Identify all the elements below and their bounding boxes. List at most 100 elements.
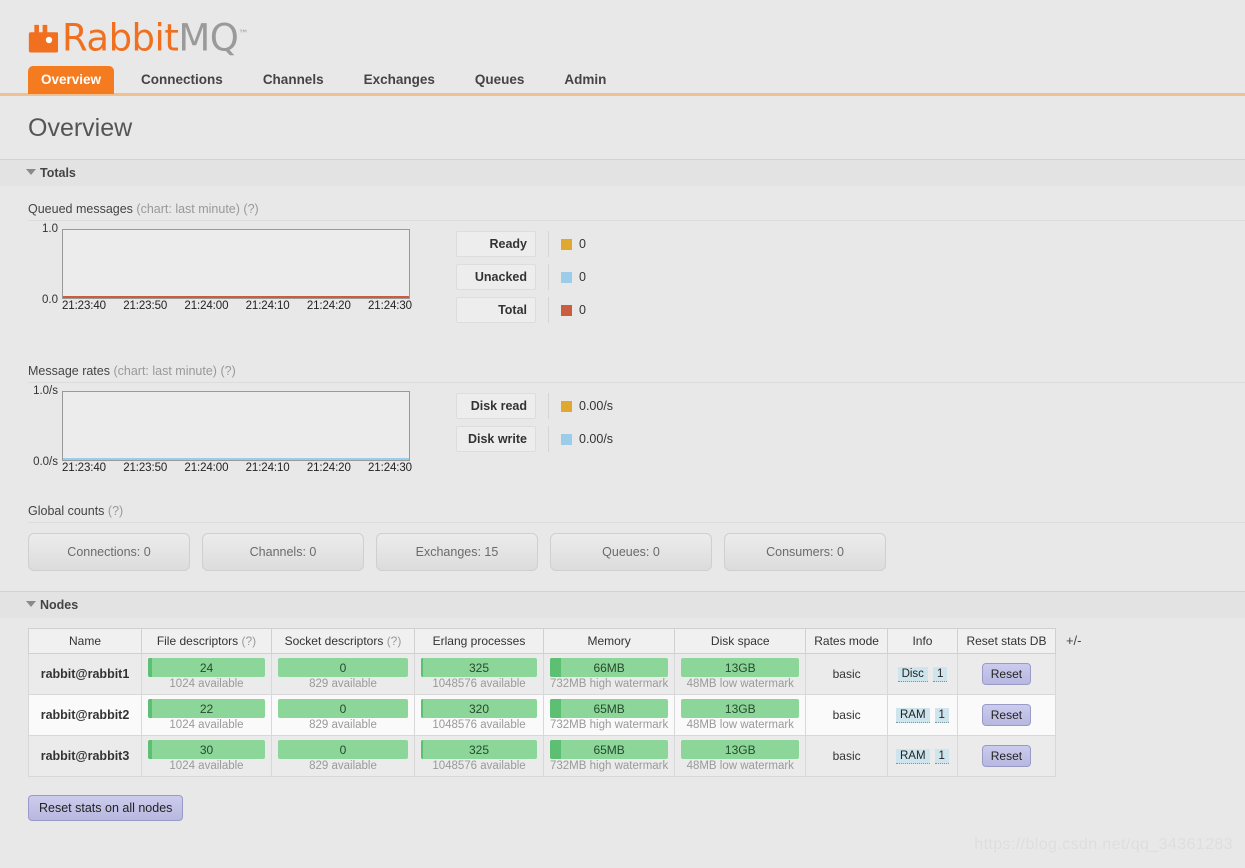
- toggle-columns-link[interactable]: +/-: [1066, 633, 1082, 648]
- legend-divider: [548, 231, 549, 257]
- x-tick-4: 21:24:20: [306, 300, 351, 312]
- section-header-totals[interactable]: Totals: [0, 159, 1245, 186]
- bar-value: 325: [468, 742, 490, 757]
- legend-key-total[interactable]: Total: [456, 297, 536, 323]
- count-consumers[interactable]: Consumers: 0: [724, 533, 886, 571]
- col-memory[interactable]: Memory: [542, 628, 676, 654]
- watermark: https://blog.csdn.net/qq_34361283: [974, 836, 1233, 853]
- bar-socket-descriptors: 0: [278, 658, 408, 677]
- legend-row-total: Total 0: [456, 297, 586, 323]
- badge-node-count[interactable]: 1: [934, 707, 949, 723]
- legend-key-ready[interactable]: Ready: [456, 231, 536, 257]
- bar-value: 30: [199, 742, 214, 757]
- col-rates-mode[interactable]: Rates mode: [805, 628, 888, 654]
- message-rates-help-icon[interactable]: (?): [220, 364, 235, 378]
- badge-node-type[interactable]: RAM: [895, 748, 930, 764]
- bar-file-descriptors: 22: [148, 699, 265, 718]
- tab-admin-label: Admin: [564, 72, 607, 87]
- reset-stats-button[interactable]: Reset: [981, 663, 1032, 685]
- y-tick-max: 1.0: [42, 223, 58, 235]
- node-name: rabbit@rabbit3: [28, 735, 142, 777]
- queued-messages-chart-block: 1.0 0.0 21:23:40 21:23:50 21:24:00 21:24…: [28, 223, 1245, 330]
- sub-memory: 732MB high watermark: [550, 678, 669, 690]
- col-socket-descriptors-help-icon[interactable]: (?): [387, 634, 402, 648]
- legend-divider: [548, 393, 549, 419]
- sub-memory: 732MB high watermark: [550, 719, 669, 731]
- col-socket-descriptors[interactable]: Socket descriptors (?): [271, 628, 415, 654]
- col-reset-stats-db[interactable]: Reset stats DB: [956, 628, 1056, 654]
- swatch-total: [561, 304, 572, 316]
- legend-key-disk-write[interactable]: Disk write: [456, 426, 536, 452]
- reset-stats-on-all-nodes-button[interactable]: Reset stats on all nodes: [28, 795, 184, 821]
- bar-value: 66MB: [593, 660, 625, 675]
- count-exchanges[interactable]: Exchanges: 15: [376, 533, 538, 571]
- col-file-descriptors-help-icon[interactable]: (?): [242, 634, 257, 648]
- col-erlang-processes-label: Erlang processes: [432, 634, 526, 648]
- global-counts-help-icon[interactable]: (?): [108, 504, 123, 518]
- section-header-nodes[interactable]: Nodes: [0, 591, 1245, 618]
- col-erlang-processes[interactable]: Erlang processes: [414, 628, 544, 654]
- col-socket-descriptors-label: Socket descriptors: [284, 634, 384, 648]
- count-connections-label: Connections: 0: [67, 545, 151, 559]
- bar-value: 65MB: [593, 701, 625, 716]
- bar-value: 325: [468, 660, 490, 675]
- tab-connections[interactable]: Connections: [128, 66, 236, 94]
- reset-all-container: Reset stats on all nodes: [28, 795, 1245, 821]
- legend-key-disk-read[interactable]: Disk read: [456, 393, 536, 419]
- queued-messages-hint: (chart: last minute): [136, 202, 240, 216]
- y-tick-min: 0.0: [42, 294, 58, 306]
- col-info[interactable]: Info: [886, 628, 958, 654]
- badge-node-count[interactable]: 1: [932, 666, 948, 682]
- sub-disk-space: 48MB low watermark: [686, 678, 794, 690]
- series-line-total: [63, 296, 409, 298]
- bar-memory: 65MB: [550, 740, 669, 759]
- tab-channels-label: Channels: [262, 72, 324, 87]
- col-file-descriptors[interactable]: File descriptors (?): [141, 628, 272, 654]
- swatch-disk-write: [561, 433, 572, 445]
- col-disk-space[interactable]: Disk space: [674, 628, 807, 654]
- cell-reset-stats: Reset: [956, 653, 1056, 695]
- sub-file-descriptors: 1024 available: [169, 719, 244, 731]
- col-reset-stats-db-label: Reset stats DB: [966, 634, 1047, 648]
- page-title: Overview: [28, 114, 133, 142]
- message-rates-x-axis: 21:23:40 21:23:50 21:24:00 21:24:10 21:2…: [62, 461, 412, 474]
- col-name[interactable]: Name: [28, 628, 142, 654]
- count-channels[interactable]: Channels: 0: [202, 533, 364, 571]
- bar-disk-space: 13GB: [681, 699, 800, 718]
- reset-stats-button[interactable]: Reset: [981, 745, 1032, 767]
- cell-reset-stats: Reset: [956, 735, 1056, 777]
- cell-info: Disc 1: [886, 653, 958, 695]
- message-rates-y-axis: 1.0/s 0.0/s: [28, 385, 62, 468]
- message-rates-chart: 1.0/s 0.0/s 21:23:40 21:23:50 21:24:00 2…: [28, 385, 412, 474]
- count-connections[interactable]: Connections: 0: [28, 533, 190, 571]
- bar-erlang-processes: 325: [421, 658, 537, 677]
- badge-node-type[interactable]: RAM: [895, 707, 930, 723]
- x-tick-1: 21:23:50: [123, 300, 168, 312]
- tab-exchanges[interactable]: Exchanges: [351, 66, 448, 94]
- bar-value: 65MB: [593, 742, 625, 757]
- bar-disk-space: 13GB: [681, 740, 800, 759]
- cell-reset-stats: Reset: [956, 694, 1056, 736]
- tab-channels[interactable]: Channels: [250, 66, 337, 94]
- queued-messages-help-icon[interactable]: (?): [243, 202, 258, 216]
- cell-rates-mode: basic: [805, 694, 888, 736]
- sub-socket-descriptors: 829 available: [309, 678, 377, 690]
- legend-divider: [548, 297, 549, 323]
- queued-messages-y-axis: 1.0 0.0: [28, 223, 62, 306]
- legend-value-disk-write: 0.00/s: [579, 432, 614, 446]
- tab-queues[interactable]: Queues: [462, 66, 538, 94]
- legend-value-total: 0: [579, 303, 586, 317]
- cell-erlang-processes: 325 1048576 available: [414, 653, 544, 695]
- count-queues[interactable]: Queues: 0: [550, 533, 712, 571]
- tab-overview[interactable]: Overview: [28, 66, 115, 94]
- badge-node-type[interactable]: Disc: [897, 666, 928, 682]
- queued-messages-legend: Ready 0 Unacked 0 Total 0: [456, 229, 586, 330]
- tab-admin[interactable]: Admin: [551, 66, 619, 94]
- count-queues-label: Queues: 0: [602, 545, 660, 559]
- x-tick-5: 21:24:30: [368, 300, 412, 312]
- reset-stats-button[interactable]: Reset: [981, 704, 1032, 726]
- x-tick-3: 21:24:10: [245, 462, 290, 474]
- legend-key-unacked[interactable]: Unacked: [456, 264, 536, 290]
- sub-erlang-processes: 1048576 available: [432, 719, 526, 731]
- badge-node-count[interactable]: 1: [934, 748, 949, 764]
